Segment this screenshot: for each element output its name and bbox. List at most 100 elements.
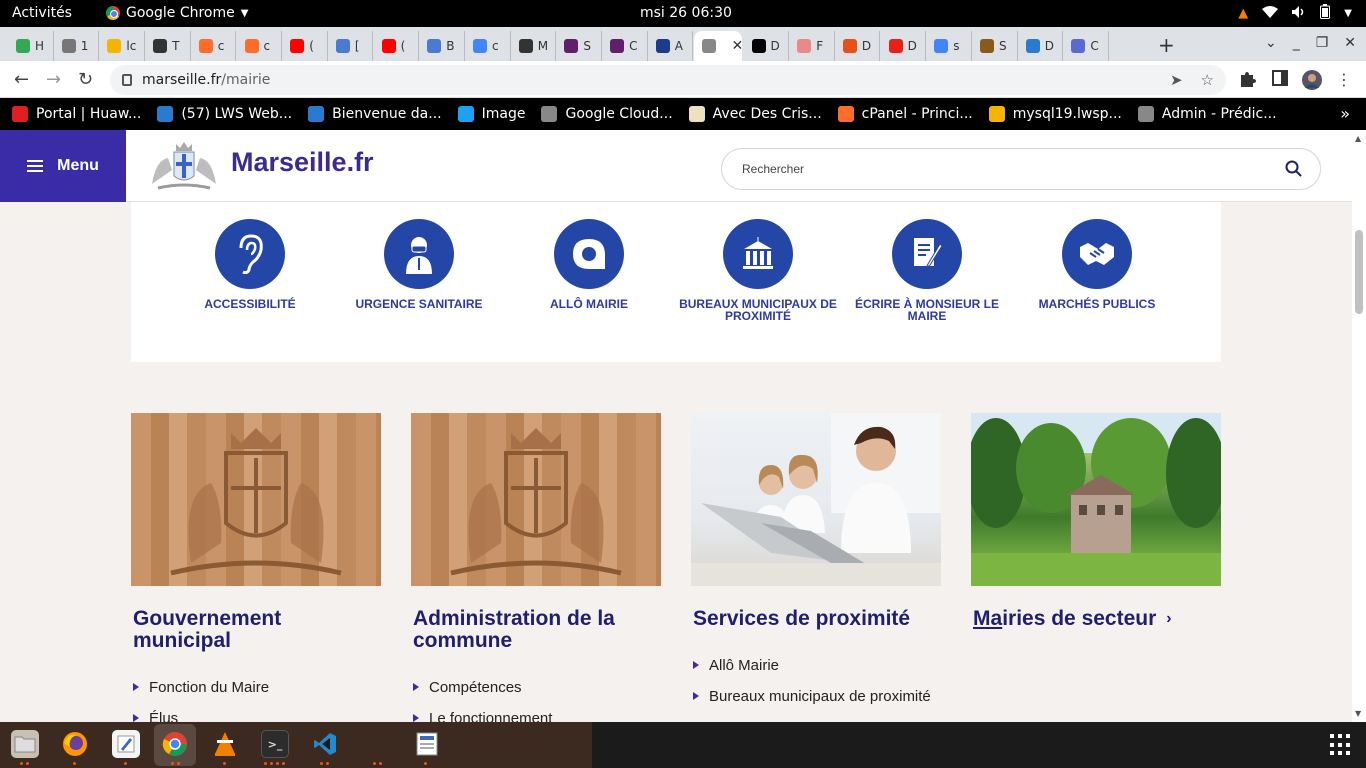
back-arrow-icon[interactable]: ← [14, 69, 29, 90]
browser-tab[interactable]: ( [374, 31, 420, 61]
bookmark-star-icon[interactable]: ☆ [1201, 71, 1214, 89]
text-editor-icon[interactable] [112, 730, 140, 758]
bookmark-item[interactable]: Image [457, 106, 525, 122]
browser-tab[interactable]: S [556, 31, 602, 61]
vscode-icon[interactable] [311, 730, 339, 758]
bookmark-item[interactable]: Avec Des Cris... [688, 106, 822, 122]
new-tab-plus-icon[interactable]: + [1158, 33, 1175, 57]
minimize-icon[interactable]: _ [1293, 35, 1300, 51]
bookmark-label: cPanel - Princi... [861, 106, 973, 122]
bookmark-item[interactable]: Portal | Huaw... [12, 106, 141, 122]
quick-link-ecrire-au-maire[interactable]: Écrire à Monsieur le Maire [847, 219, 1007, 322]
more-menu-icon[interactable]: ⋮ [1336, 70, 1352, 89]
files-app-icon[interactable] [11, 730, 39, 758]
card-title[interactable]: Gouvernement municipal [131, 608, 381, 652]
card-title[interactable]: Services de proximité [691, 608, 941, 630]
activities-button[interactable]: Activités [12, 5, 72, 21]
bookmark-item[interactable]: Bienvenue da... [308, 106, 442, 122]
browser-tab[interactable]: H [8, 31, 54, 61]
bookmark-item[interactable]: Admin - Prédic... [1137, 106, 1277, 122]
extensions-puzzle-icon[interactable] [1238, 70, 1256, 92]
browser-tab[interactable]: c [237, 31, 282, 61]
browser-tab[interactable]: M [511, 31, 557, 61]
browser-tab[interactable]: D [1018, 31, 1064, 61]
clock[interactable]: msi 26 06:30 [640, 5, 732, 21]
side-panel-icon[interactable] [1272, 70, 1288, 90]
marseille-crest-logo[interactable] [148, 140, 220, 192]
bookmark-item[interactable]: Google Cloud... [541, 106, 673, 122]
browser-tab[interactable]: 1 [54, 31, 100, 61]
scroll-down-arrow-icon[interactable]: ▼ [1355, 709, 1361, 718]
browser-tab[interactable]: D [835, 31, 881, 61]
card-mairies-secteur: Mairies de secteur › [966, 413, 1226, 630]
firefox-icon[interactable] [61, 730, 89, 758]
browser-tab[interactable]: c [191, 31, 237, 61]
list-item[interactable]: Fonction du Maire [133, 678, 381, 697]
search-input[interactable]: Rechercher [721, 148, 1321, 190]
browser-tab[interactable]: T [145, 31, 191, 61]
park-building-image[interactable] [966, 413, 1226, 586]
app-running-placeholder[interactable] [373, 730, 401, 758]
document-viewer-icon[interactable] [413, 730, 441, 758]
browser-tab[interactable]: C [1063, 31, 1109, 61]
pma-icon [988, 106, 1005, 122]
card-title[interactable]: Administration de la commune [411, 608, 661, 652]
browser-tab[interactable]: c [465, 31, 511, 61]
call-center-image[interactable] [691, 413, 941, 586]
browser-tab[interactable]: S [972, 31, 1018, 61]
browser-tab[interactable]: s [926, 31, 972, 61]
quick-link-urgence-sanitaire[interactable]: Urgence sanitaire [339, 219, 499, 310]
list-item[interactable]: Allô Mairie [693, 656, 941, 675]
bookmark-item[interactable]: (57) LWS Web... [157, 106, 292, 122]
bookmark-item[interactable]: cPanel - Princi... [837, 106, 973, 122]
list-item[interactable]: Le fonctionnement [413, 709, 661, 722]
power-menu-chevron-icon[interactable]: ▼ [1344, 8, 1352, 19]
more-bookmarks-chevron-icon[interactable]: » [1340, 104, 1350, 123]
close-tab-icon[interactable]: ✕ [732, 38, 742, 54]
bookmark-item[interactable]: mysql19.lwsp... [988, 106, 1122, 122]
browser-tab[interactable]: C [602, 31, 648, 61]
browser-tab[interactable]: D [881, 31, 927, 61]
tab-label: c [263, 39, 271, 53]
browser-tab[interactable]: ( [282, 31, 328, 61]
wood-crest-image[interactable] [131, 413, 381, 586]
lock-icon[interactable] [122, 74, 132, 86]
page-scrollbar[interactable]: ▲ ▼ [1352, 130, 1366, 722]
vlc-tray-icon[interactable]: ▲ [1238, 6, 1248, 21]
profile-avatar[interactable] [1302, 70, 1322, 94]
show-applications-icon[interactable] [1330, 734, 1352, 756]
scroll-up-arrow-icon[interactable]: ▲ [1355, 134, 1361, 143]
terminal-icon[interactable]: >_ [261, 730, 289, 758]
search-icon[interactable] [1285, 160, 1302, 177]
vlc-icon[interactable] [211, 730, 239, 758]
chrome-taskbar-icon[interactable] [161, 730, 189, 758]
browser-tab[interactable]: B [419, 31, 465, 61]
browser-tab[interactable]: [ [328, 31, 374, 61]
card-title[interactable]: Mairies de secteur › [971, 608, 1221, 630]
browser-tab[interactable]: D [744, 31, 789, 61]
menu-button[interactable]: Menu [0, 130, 126, 202]
wood-crest-image[interactable] [411, 413, 661, 586]
quick-link-allo-mairie[interactable]: Allô Mairie [509, 219, 669, 310]
browser-tab[interactable]: A [648, 31, 694, 61]
system-tray[interactable]: ▲ ▼ [1238, 4, 1352, 23]
quick-link-accessibilite[interactable]: Accessibilité [170, 219, 330, 310]
forward-arrow-icon[interactable]: → [46, 69, 61, 90]
reload-icon[interactable]: ↻ [78, 69, 93, 90]
tab-search-chevron-icon[interactable]: ⌄ [1265, 35, 1277, 51]
quick-link-bureaux-municipaux[interactable]: Bureaux municipaux de proximité [678, 219, 838, 322]
restore-icon[interactable]: ❐ [1316, 35, 1329, 51]
list-item[interactable]: Élus [133, 709, 381, 722]
share-icon[interactable]: ➤ [1170, 71, 1183, 89]
scrollbar-thumb[interactable] [1355, 230, 1363, 314]
list-item[interactable]: Bureaux municipaux de proximité [693, 687, 941, 706]
address-bar[interactable]: marseille.fr/mairie ➤ ☆ [110, 65, 1226, 95]
quick-link-marches-publics[interactable]: Marchés publics [1017, 219, 1177, 310]
browser-tab[interactable]: ✕ [693, 31, 742, 61]
site-title[interactable]: Marseille.fr [231, 147, 374, 178]
browser-tab[interactable]: F [789, 31, 835, 61]
list-item[interactable]: Compétences [413, 678, 661, 697]
browser-tab[interactable]: lc [99, 31, 145, 61]
close-window-icon[interactable]: ✕ [1344, 35, 1356, 51]
app-menu[interactable]: Google Chrome ▼ [106, 5, 248, 21]
